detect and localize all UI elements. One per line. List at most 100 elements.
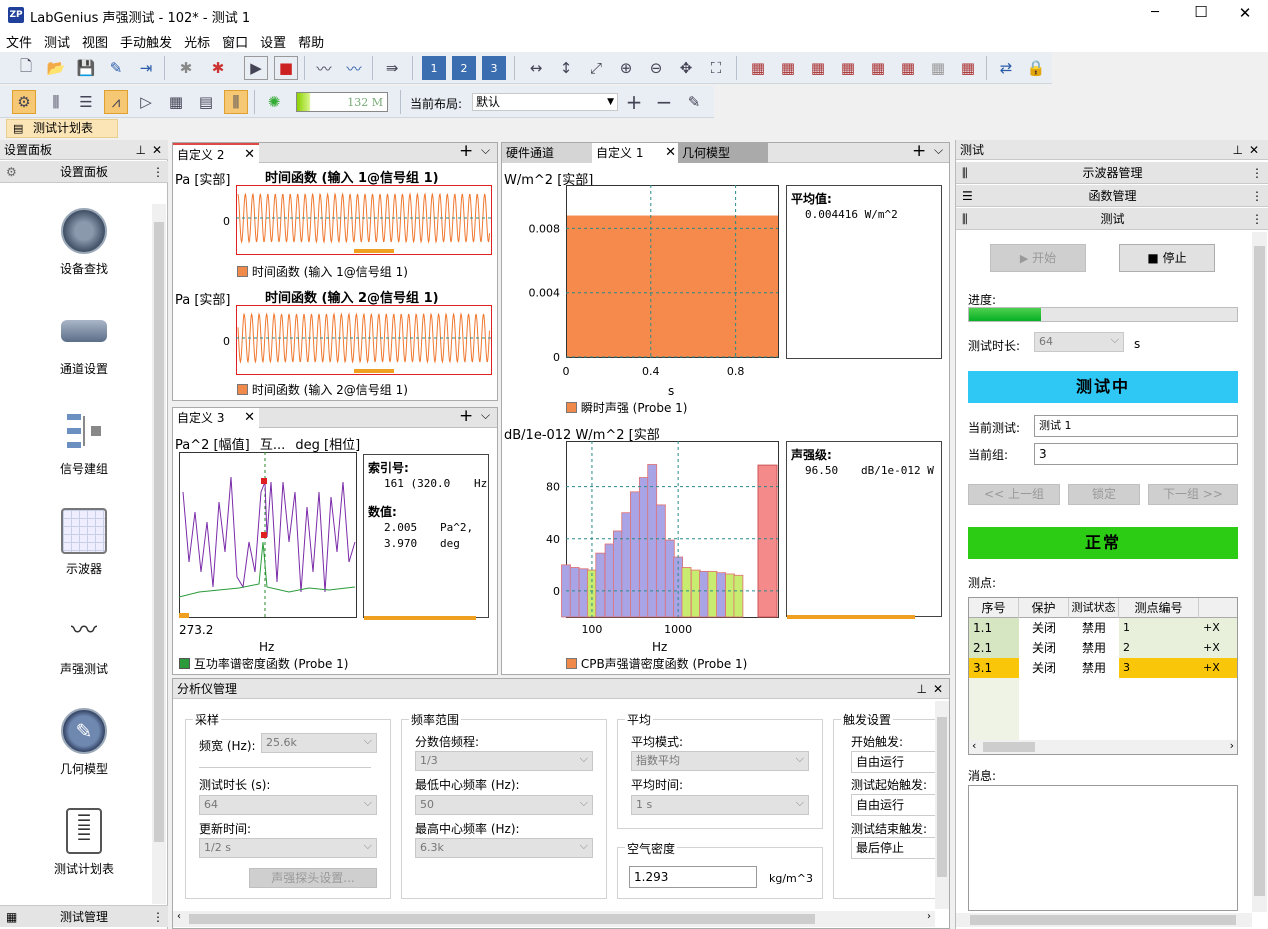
tab-custom-2[interactable]: 自定义 2 ✕ (173, 143, 259, 163)
sliders-icon[interactable]: ⫼ (44, 90, 68, 114)
tab-close-icon-2[interactable]: ✕ (244, 408, 255, 428)
table-row-selected[interactable]: 3.1 关闭 禁用 3 +X (969, 658, 1237, 678)
test-plan-button[interactable]: ☰ ☰ 测试计划表 (8, 808, 160, 877)
grid-1-icon[interactable]: ▦ (746, 56, 770, 80)
test-panel-pin-icon[interactable]: ⊥ (1233, 140, 1243, 160)
more-icon[interactable]: ⋮ (152, 161, 164, 183)
add-tab-icon[interactable]: + (459, 141, 473, 161)
test-plan-tab[interactable]: ▤ 测试计划表 (6, 119, 118, 138)
add-tab-icon-3[interactable]: + (912, 141, 926, 161)
bottom-legend[interactable]: CPB声强谱密度函数 (Probe 1) (566, 655, 747, 672)
more-icon-2[interactable]: ⋮ (152, 906, 164, 928)
menu-test[interactable]: 测试 (38, 30, 76, 53)
save-icon[interactable]: 💾 (74, 56, 98, 80)
analyzer-pin-icon[interactable]: ⊥ (917, 679, 927, 699)
tab-menu-icon-2[interactable]: ⌵ (481, 408, 490, 423)
fit-width-icon[interactable]: ↔ (524, 56, 548, 80)
grid-2-icon[interactable]: ▦ (776, 56, 800, 80)
section-function[interactable]: ☰ 函数管理 ⋮ (956, 185, 1268, 207)
section-oscilloscope[interactable]: ⫼ 示波器管理 ⋮ (956, 162, 1268, 184)
section-more-icon-3[interactable]: ⋮ (1251, 208, 1263, 230)
top-legend[interactable]: 瞬时声强 (Probe 1) (566, 399, 688, 416)
open-folder-icon[interactable]: 📂 (44, 56, 68, 80)
menu-manual-trigger[interactable]: 手动触发 (114, 30, 178, 53)
plot2-legend[interactable]: 时间函数 (输入 2@信号组 1) (237, 381, 408, 398)
list-icon[interactable]: ☰ (74, 90, 98, 114)
right-vscroll-thumb[interactable] (1254, 246, 1265, 896)
messages-box[interactable] (968, 785, 1238, 911)
menu-cursor[interactable]: 光标 (178, 30, 216, 53)
menu-settings[interactable]: 设置 (254, 30, 292, 53)
analyzer-close-icon[interactable]: ✕ (933, 679, 943, 699)
new-file-icon[interactable]: 🗋 (14, 56, 38, 80)
legend-checkbox-3[interactable] (179, 658, 190, 669)
analyzer-hscroll-thumb[interactable] (189, 914, 815, 924)
close-icon[interactable]: ✕ (152, 140, 162, 160)
tab-menu-icon[interactable]: ⌵ (481, 143, 490, 158)
grid-3-icon[interactable]: ▦ (806, 56, 830, 80)
intensity-test-button[interactable]: 〰 声强测试 (8, 608, 160, 677)
menu-view[interactable]: 视图 (76, 30, 114, 53)
legend-checkbox-4[interactable] (566, 402, 577, 413)
pan-icon[interactable]: ✥ (674, 56, 698, 80)
start-test-button[interactable]: ▶ 开始 (990, 244, 1086, 272)
section-test[interactable]: ⫼ 测试 ⋮ (956, 208, 1268, 230)
spectrum-icon[interactable]: ⩘ (104, 90, 128, 114)
tab-menu-icon-3[interactable]: ⌵ (934, 143, 943, 158)
menu-window[interactable]: 窗口 (216, 30, 254, 53)
grid-5-icon[interactable]: ▦ (866, 56, 890, 80)
menu-help[interactable]: 帮助 (292, 30, 330, 53)
low-freq-select[interactable]: 50 (415, 794, 593, 815)
edit-icon[interactable]: ✎ (104, 56, 128, 80)
analyzer-vscroll[interactable] (935, 701, 949, 909)
avg-mode-select[interactable]: 指数平均 (631, 750, 809, 771)
debug-icon[interactable]: ✱ (174, 56, 198, 80)
scroll-left-icon[interactable]: ‹ (177, 911, 181, 922)
layout-select[interactable]: 默认 ▼ (472, 93, 618, 111)
add-tab-icon-2[interactable]: + (459, 406, 473, 426)
test-start-trigger-select[interactable]: 自由运行 (851, 794, 937, 816)
duration-select[interactable]: 64 (1034, 331, 1124, 352)
maximize-button[interactable]: ☐ (1186, 3, 1216, 21)
table-scroll-left-icon[interactable]: ‹ (972, 739, 976, 752)
menu-file[interactable]: 文件 (0, 30, 38, 53)
settings-icon[interactable]: ⚙ (12, 90, 36, 114)
minimize-button[interactable]: ─ (1140, 5, 1170, 20)
right-hscroll-thumb[interactable] (970, 915, 1236, 925)
analyzer-vscroll-thumb[interactable] (937, 717, 947, 877)
grid-view-icon[interactable]: ▦ (164, 90, 188, 114)
player-icon[interactable]: ▷ (134, 90, 158, 114)
legend-checkbox-2[interactable] (237, 384, 248, 395)
signal-stop-icon[interactable]: 〰 (342, 56, 366, 80)
play-icon[interactable]: ▶ (244, 56, 268, 80)
signal-group-button[interactable]: 信号建组 (8, 408, 160, 477)
zoom-fit-icon[interactable]: ⛶ (704, 56, 728, 80)
octave-select[interactable]: 1/3 (415, 750, 593, 771)
bandwidth-select[interactable]: 25.6k (261, 732, 377, 753)
edit-layout-icon[interactable]: ✎ (682, 90, 706, 114)
legend-checkbox[interactable] (237, 266, 248, 277)
update-time-select[interactable]: 1/2 s (199, 837, 377, 858)
scroll-thumb[interactable] (154, 222, 164, 842)
table-hscroll-thumb[interactable] (983, 742, 1035, 752)
zoom-out-icon[interactable]: ⊖ (644, 56, 668, 80)
tab-close-icon[interactable]: ✕ (244, 145, 255, 165)
probe-settings-button[interactable]: 声强探头设置... (249, 868, 377, 888)
air-density-input[interactable]: 1.293 (629, 866, 757, 888)
high-freq-select[interactable]: 6.3k (415, 837, 593, 858)
lock-icon[interactable]: 🔒 (1024, 56, 1048, 80)
close-button[interactable]: ✕ (1230, 4, 1260, 22)
test-management-tab[interactable]: ▦ 测试管理 ⋮ (0, 905, 168, 927)
tab-hardware[interactable]: 硬件通道 (502, 143, 592, 163)
test-end-trigger-select[interactable]: 最后停止 (851, 837, 937, 859)
device-search-button[interactable]: 设备查找 (8, 208, 160, 277)
tab-custom-1[interactable]: 自定义 1 ✕ (592, 143, 678, 163)
stop-test-button[interactable]: ■ 停止 (1119, 244, 1215, 272)
next-group-button[interactable]: 下一组 >> (1148, 484, 1238, 505)
plot1-legend[interactable]: 时间函数 (输入 1@信号组 1) (237, 263, 408, 280)
current-test-field[interactable]: 测试 1 (1034, 415, 1238, 437)
channel-2-icon[interactable]: 2 (452, 56, 476, 80)
channel-3-icon[interactable]: 3 (482, 56, 506, 80)
analyzer-hscroll[interactable]: ‹ › (173, 911, 935, 927)
add-layout-icon[interactable]: + (622, 90, 646, 114)
